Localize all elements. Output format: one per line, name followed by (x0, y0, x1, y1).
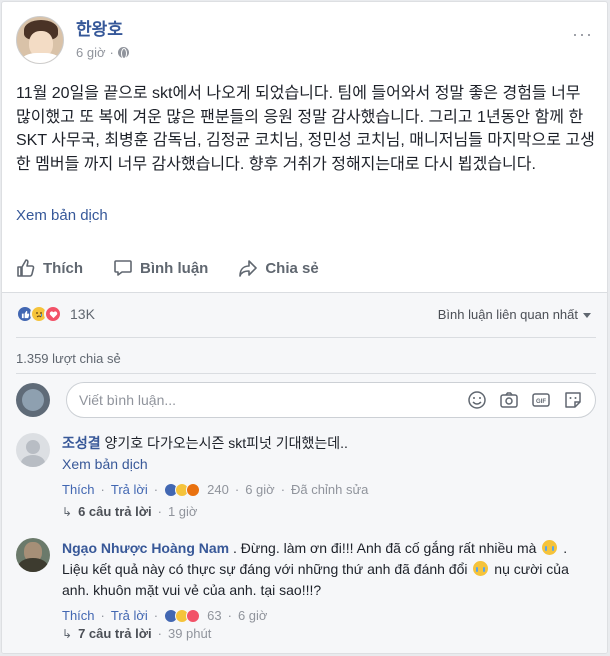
comments-section: 13K Bình luận liên quan nhất 1.359 lượt … (2, 293, 607, 653)
comment-icon (114, 260, 132, 276)
comment-time[interactable]: 6 giờ (238, 605, 268, 626)
post-actions: Thích Bình luận Chia sẻ (2, 250, 607, 286)
comment-input[interactable]: Viết bình luận... GIF (66, 382, 596, 418)
comment-like-button[interactable]: Thích (62, 605, 95, 626)
current-user-avatar (16, 383, 50, 417)
emoji-icon[interactable] (467, 390, 487, 410)
comment-reactions[interactable] (164, 482, 201, 497)
caret-down-icon (583, 313, 591, 319)
divider (16, 373, 596, 374)
commenter-name[interactable]: Ngạo Nhược Hoàng Nam (62, 540, 229, 556)
crying-emoji-icon (542, 540, 558, 555)
divider (16, 337, 596, 338)
view-replies-link[interactable]: ↳ 7 câu trả lời · 39 phút (62, 626, 211, 641)
reactions-summary[interactable]: 13K (16, 305, 95, 323)
share-count[interactable]: 1.359 lượt chia sẻ (16, 351, 121, 366)
comment-reaction-count[interactable]: 240 (207, 479, 229, 500)
love-icon (186, 608, 201, 623)
comment: Ngạo Nhược Hoàng Nam . Đừng. làm ơn đi!!… (16, 538, 596, 626)
view-replies-link[interactable]: ↳ 6 câu trả lời · 1 giờ (62, 504, 197, 519)
comment-like-button[interactable]: Thích (62, 479, 95, 500)
gif-icon[interactable]: GIF (531, 390, 551, 410)
see-translation-link[interactable]: Xem bản dịch (16, 207, 108, 224)
comment-sort-dropdown[interactable]: Bình luận liên quan nhất (438, 307, 591, 322)
svg-text:GIF: GIF (536, 399, 546, 405)
share-button[interactable]: Chia sẻ (238, 258, 319, 278)
comment-reactions[interactable] (164, 608, 201, 623)
comment-button[interactable]: Bình luận (113, 258, 208, 278)
author-name[interactable]: 한왕호 (76, 20, 129, 40)
comment: 조성결 양기호 다가오는시즌 skt피넛 기대했는데.. Xem bản dịc… (16, 433, 596, 500)
commenter-avatar[interactable] (16, 538, 50, 572)
post-header: 한왕호 6 giờ · (16, 16, 129, 68)
crying-emoji-icon (473, 561, 489, 576)
commenter-name[interactable]: 조성결 (62, 435, 101, 451)
more-options-icon[interactable]: ··· (572, 24, 593, 45)
post-text: 11월 20일을 끝으로 skt에서 나오게 되었습니다. 팀에 들어와서 정말… (16, 85, 595, 173)
share-icon (239, 260, 258, 277)
comment-reply-button[interactable]: Trả lời (111, 605, 148, 626)
love-icon (44, 305, 62, 323)
comment-composer: Viết bình luận... GIF (16, 381, 596, 419)
globe-icon (117, 47, 129, 59)
reply-arrow-icon: ↳ (62, 626, 73, 641)
camera-icon[interactable] (499, 390, 519, 410)
angry-icon (186, 482, 201, 497)
post-card: 한왕호 6 giờ · ··· 11월 20일을 끝으로 skt에서 나오게 되… (1, 1, 608, 654)
edited-label[interactable]: Đã chỉnh sửa (291, 479, 368, 500)
author-avatar[interactable] (16, 16, 64, 64)
comment-text: nụ cười (494, 561, 543, 577)
comment-text: . Đừng. làm ơn đi!!! Anh đã cố gắng rất … (233, 540, 537, 556)
comment-text: 양기호 다가오는시즌 skt피넛 기대했는데.. (104, 435, 348, 451)
post-time[interactable]: 6 giờ (76, 45, 106, 60)
sticker-icon[interactable] (563, 390, 583, 410)
comment-time[interactable]: 6 giờ (245, 479, 275, 500)
comment-reaction-count[interactable]: 63 (207, 605, 221, 626)
thumbs-up-icon (17, 259, 35, 277)
commenter-avatar[interactable] (16, 433, 50, 467)
reply-arrow-icon: ↳ (62, 504, 73, 519)
reaction-count[interactable]: 13K (70, 306, 95, 322)
comment-reply-button[interactable]: Trả lời (111, 479, 148, 500)
see-translation-link[interactable]: Xem bản dịch (62, 454, 596, 475)
like-button[interactable]: Thích (16, 258, 83, 278)
